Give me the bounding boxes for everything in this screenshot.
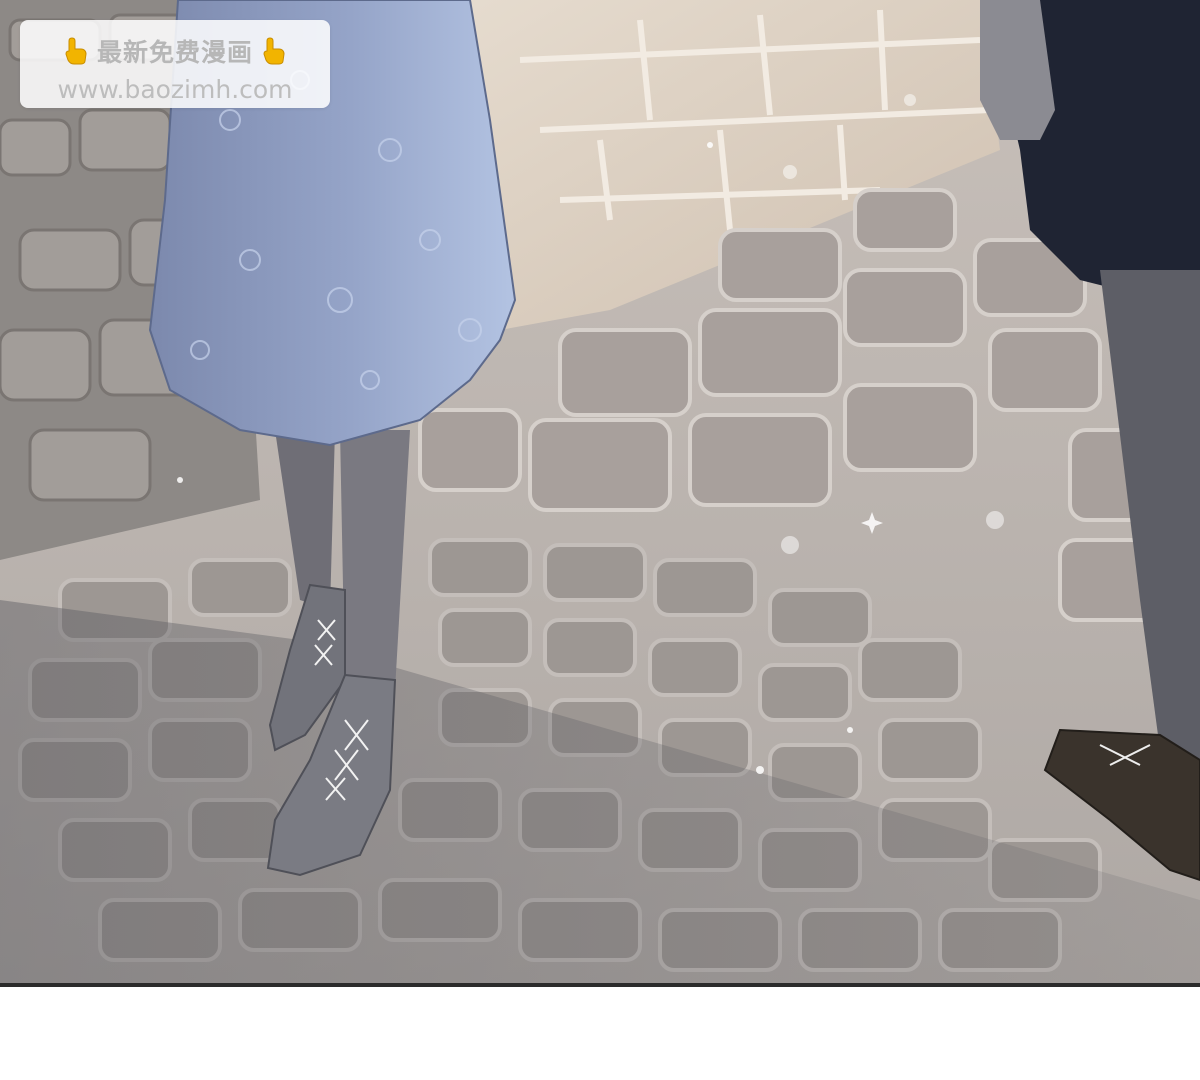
pointing-hand-icon (65, 37, 87, 65)
comic-panel (0, 0, 1200, 983)
watermark-title: 最新免费漫画 (96, 38, 253, 67)
page-margin (0, 987, 1200, 1080)
panel-illustration (0, 0, 1200, 983)
watermark: 最新免费漫画 www.baozimh.com (20, 20, 330, 108)
watermark-url: www.baozimh.com (57, 75, 293, 104)
watermark-title-row: 最新免费漫画 (20, 34, 330, 68)
pointing-hand-icon (263, 37, 285, 65)
